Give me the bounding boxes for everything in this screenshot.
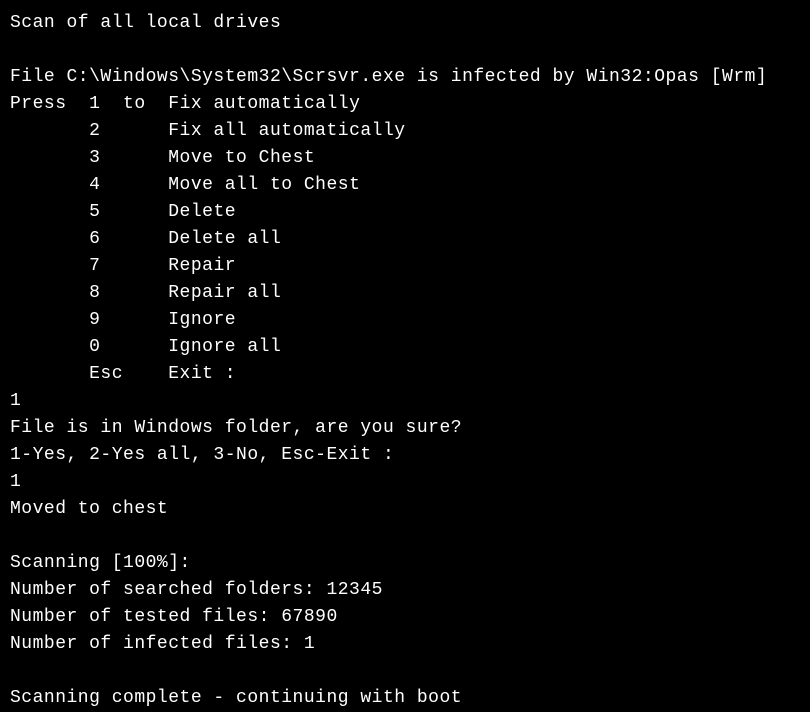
infection-message: File C:\Windows\System32\Scrsvr.exe is i… xyxy=(10,64,800,91)
blank-line xyxy=(10,658,800,685)
menu-label: Move to Chest xyxy=(168,148,315,168)
tested-files-line: Number of tested files: 67890 xyxy=(10,604,800,631)
menu-label: Fix automatically xyxy=(168,94,360,114)
user-input-2: 1 xyxy=(10,469,800,496)
menu-option-6[interactable]: 6 Delete all xyxy=(10,226,800,253)
menu-key: 6 xyxy=(89,229,100,249)
menu-label: Delete xyxy=(168,202,236,222)
infected-files-label: Number of infected files: xyxy=(10,634,304,654)
blank-line xyxy=(10,523,800,550)
menu-key: 0 xyxy=(89,337,100,357)
infected-files-line: Number of infected files: 1 xyxy=(10,631,800,658)
menu-key: 2 xyxy=(89,121,100,141)
menu-option-2[interactable]: 2 Fix all automatically xyxy=(10,118,800,145)
searched-folders-line: Number of searched folders: 12345 xyxy=(10,577,800,604)
menu-key: 8 xyxy=(89,283,100,303)
scan-title: Scan of all local drives xyxy=(10,10,800,37)
menu-key: 4 xyxy=(89,175,100,195)
scan-complete: Scanning complete - continuing with boot xyxy=(10,685,800,712)
blank-line xyxy=(10,37,800,64)
menu-option-4[interactable]: 4 Move all to Chest xyxy=(10,172,800,199)
menu-key: 9 xyxy=(89,310,100,330)
infected-files-count: 1 xyxy=(304,634,315,654)
confirm-message: File is in Windows folder, are you sure? xyxy=(10,415,800,442)
menu-label: Repair all xyxy=(168,283,281,303)
menu-option-8[interactable]: 8 Repair all xyxy=(10,280,800,307)
menu-label: Fix all automatically xyxy=(168,121,405,141)
menu-key: 3 xyxy=(89,148,100,168)
menu-key: 5 xyxy=(89,202,100,222)
menu-option-5[interactable]: 5 Delete xyxy=(10,199,800,226)
menu-option-3[interactable]: 3 Move to Chest xyxy=(10,145,800,172)
action-result: Moved to chest xyxy=(10,496,800,523)
menu-key: Esc xyxy=(89,364,123,384)
confirm-options[interactable]: 1-Yes, 2-Yes all, 3-No, Esc-Exit : xyxy=(10,442,800,469)
user-input-1: 1 xyxy=(10,388,800,415)
tested-files-label: Number of tested files: xyxy=(10,607,281,627)
searched-folders-label: Number of searched folders: xyxy=(10,580,326,600)
menu-label: Ignore xyxy=(168,310,236,330)
menu-option-esc[interactable]: Esc Exit : xyxy=(10,361,800,388)
menu-label: Delete all xyxy=(168,229,281,249)
menu-label: Move all to Chest xyxy=(168,175,360,195)
menu-option-7[interactable]: 7 Repair xyxy=(10,253,800,280)
menu-option-0[interactable]: 0 Ignore all xyxy=(10,334,800,361)
menu-key: 7 xyxy=(89,256,100,276)
scan-progress: Scanning [100%]: xyxy=(10,550,800,577)
searched-folders-count: 12345 xyxy=(326,580,383,600)
tested-files-count: 67890 xyxy=(281,607,338,627)
press-label: Press xyxy=(10,94,89,114)
menu-to: to xyxy=(123,94,168,114)
menu-option-9[interactable]: 9 Ignore xyxy=(10,307,800,334)
menu-key: 1 xyxy=(89,94,100,114)
menu-label: Ignore all xyxy=(168,337,281,357)
menu-label: Exit : xyxy=(168,364,236,384)
menu-label: Repair xyxy=(168,256,236,276)
menu-option-1[interactable]: Press 1 to Fix automatically xyxy=(10,91,800,118)
